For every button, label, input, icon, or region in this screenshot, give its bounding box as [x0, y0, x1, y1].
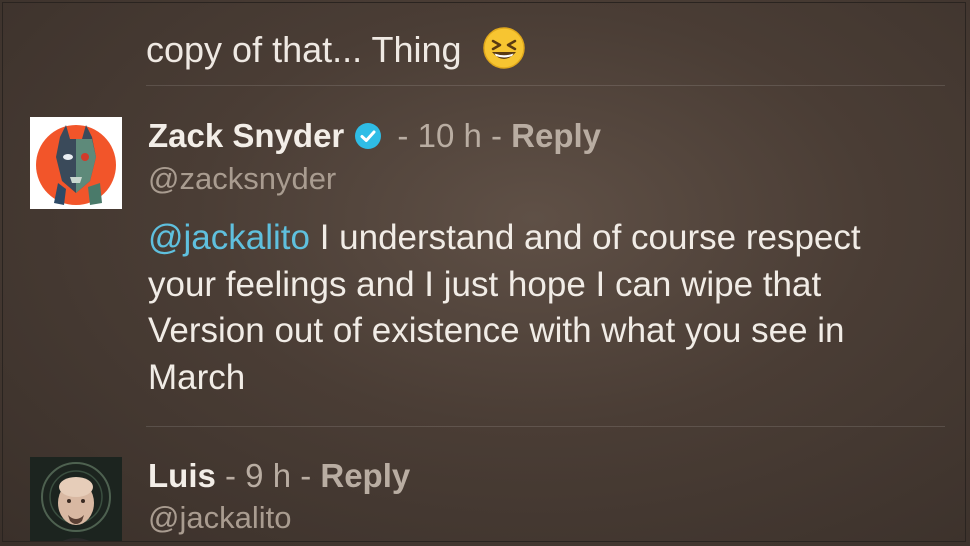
comment-meta: Zack Snyder - 10 h - Reply [148, 117, 602, 154]
comment-time: 10 h [417, 117, 482, 154]
author-name[interactable]: Zack Snyder [148, 117, 344, 154]
reply-button[interactable]: Reply [320, 457, 410, 494]
divider [146, 85, 945, 86]
grinning-squinting-face-icon [482, 27, 525, 69]
verified-badge-icon [355, 123, 382, 149]
divider [146, 426, 945, 427]
previous-comment-line: copy of that... Thing [146, 29, 462, 70]
avatar[interactable] [30, 117, 122, 209]
author-handle[interactable]: @zacksnyder [148, 160, 336, 198]
comment-time: 9 h [245, 457, 292, 494]
mention-link[interactable]: @jackalito [148, 218, 310, 257]
previous-comment-text: copy of that... Thing [146, 3, 526, 72]
comment-meta: Luis - 9 h - Reply [148, 457, 411, 494]
reply-button[interactable]: Reply [511, 117, 601, 154]
avatar[interactable] [30, 457, 122, 541]
author-handle[interactable]: @jackalito [148, 499, 291, 537]
comment-text: @jackalito I understand and of course re… [148, 215, 868, 401]
author-name[interactable]: Luis [148, 457, 216, 494]
comment-thread: copy of that... Thing Zack Snyder - 10 h… [2, 2, 966, 542]
